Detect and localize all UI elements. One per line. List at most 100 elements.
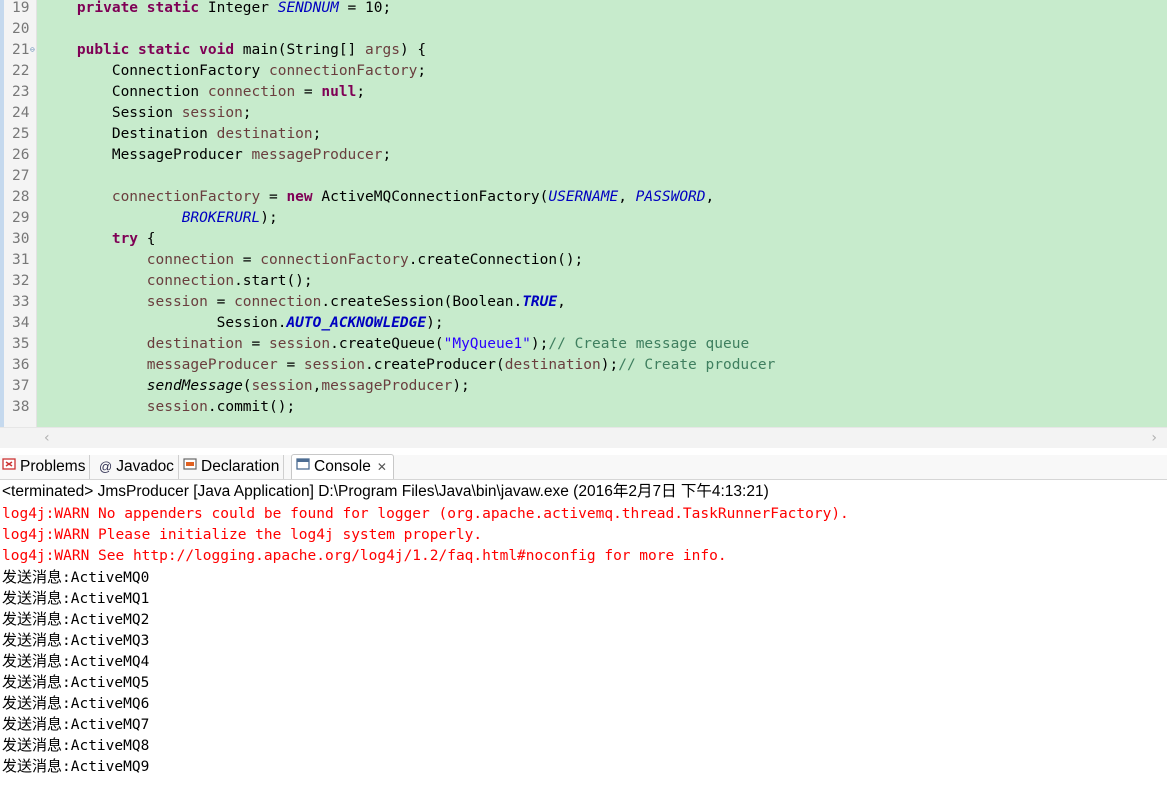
- console-line: 发送消息:ActiveMQ8: [2, 735, 1162, 756]
- close-icon[interactable]: ✕: [377, 460, 387, 474]
- code-token: connection: [207, 84, 296, 100]
- code-token: = 10;: [338, 0, 392, 16]
- code-token: .createQueue(: [330, 336, 444, 352]
- code-token: {: [138, 231, 156, 247]
- console-line: 发送消息:ActiveMQ1: [2, 588, 1162, 609]
- scroll-left-icon[interactable]: ‹: [44, 430, 50, 446]
- line-number: 27: [12, 168, 30, 184]
- code-token: ;: [312, 126, 322, 142]
- code-line[interactable]: try {: [42, 229, 1167, 250]
- code-line[interactable]: BROKERURL);: [42, 208, 1167, 229]
- code-token: .commit();: [207, 399, 296, 415]
- console-line-text: :ActiveMQ1: [62, 591, 150, 607]
- console-line-text: :ActiveMQ0: [62, 570, 150, 586]
- code-token: MessageProducer: [42, 147, 252, 163]
- code-token: AUTO_ACKNOWLEDGE: [286, 315, 427, 331]
- line-number: 26: [12, 147, 30, 163]
- code-line[interactable]: MessageProducer messageProducer;: [42, 145, 1167, 166]
- code-line[interactable]: connection.start();: [42, 271, 1167, 292]
- console-line: log4j:WARN See http://logging.apache.org…: [2, 546, 1162, 567]
- tab-javadoc[interactable]: @ Javadoc: [95, 455, 179, 479]
- console-line-prefix: 发送消息: [2, 757, 63, 775]
- javadoc-icon: @: [99, 459, 113, 474]
- code-token: connection: [146, 273, 235, 289]
- console-output[interactable]: log4j:WARN No appenders could be found f…: [2, 504, 1162, 777]
- code-token: messageProducer: [251, 147, 383, 163]
- code-token: args: [365, 42, 400, 58]
- problems-icon: [2, 455, 16, 479]
- console-line-prefix: 发送消息: [2, 715, 63, 733]
- console-line-text: :ActiveMQ9: [62, 759, 150, 775]
- declaration-icon: [183, 455, 197, 479]
- code-line[interactable]: ConnectionFactory connectionFactory;: [42, 61, 1167, 82]
- code-token: connectionFactory: [260, 252, 409, 268]
- code-line[interactable]: Destination destination;: [42, 124, 1167, 145]
- code-line[interactable]: session = connection.createSession(Boole…: [42, 292, 1167, 313]
- code-token: connection: [234, 294, 322, 310]
- code-line[interactable]: Session.AUTO_ACKNOWLEDGE);: [42, 313, 1167, 334]
- code-line[interactable]: connectionFactory = new ActiveMQConnecti…: [42, 187, 1167, 208]
- code-token: ;: [242, 105, 252, 121]
- tab-problems-label: Problems: [20, 458, 86, 475]
- code-token: Session: [42, 105, 182, 121]
- tab-console[interactable]: Console ✕: [291, 454, 394, 479]
- line-number: 22: [12, 63, 30, 79]
- code-token: BROKERURL: [181, 210, 261, 226]
- code-token: messageProducer: [146, 357, 278, 373]
- line-number: 35: [12, 336, 30, 352]
- code-token: new: [286, 189, 313, 205]
- code-token: ;: [356, 84, 366, 100]
- code-line[interactable]: [42, 19, 1167, 40]
- code-token: connectionFactory: [111, 189, 261, 205]
- editor-horizontal-scrollbar[interactable]: ‹ ›: [0, 427, 1167, 448]
- code-token: Destination: [42, 126, 217, 142]
- code-token: destination: [216, 126, 313, 142]
- code-line[interactable]: Session session;: [42, 103, 1167, 124]
- tab-problems[interactable]: Problems: [0, 455, 91, 479]
- code-line[interactable]: [42, 166, 1167, 187]
- line-number: 32: [12, 273, 30, 289]
- code-token: ;: [417, 63, 427, 79]
- code-line[interactable]: destination = session.createQueue("MyQue…: [42, 334, 1167, 355]
- code-line[interactable]: sendMessage(session,messageProducer);: [42, 376, 1167, 397]
- scroll-right-icon[interactable]: ›: [1151, 430, 1157, 446]
- code-token: Connection: [42, 84, 208, 100]
- code-token: connection: [146, 252, 235, 268]
- code-line[interactable]: Connection connection = null;: [42, 82, 1167, 103]
- code-token: try: [111, 231, 139, 247]
- line-number: 29: [12, 210, 30, 226]
- line-number: 20: [12, 21, 30, 37]
- fold-toggle-icon[interactable]: ⊖: [30, 46, 35, 54]
- code-line[interactable]: connection = connectionFactory.createCon…: [42, 250, 1167, 271]
- code-editor[interactable]: 19 20 21 ⊖ 22 23 24 25 26 27 28 29 30 31 32 33 34 35 36 37 3…: [0, 0, 1167, 427]
- code-line[interactable]: session.commit();: [42, 397, 1167, 418]
- code-line[interactable]: public static void main(String[] args) {: [42, 40, 1167, 61]
- code-token: Session.: [42, 315, 287, 331]
- console-line: log4j:WARN Please initialize the log4j s…: [2, 525, 1162, 546]
- console-line-text: :ActiveMQ7: [62, 717, 150, 733]
- code-token: PASSWORD: [635, 189, 706, 205]
- tab-declaration[interactable]: Declaration: [179, 455, 285, 479]
- code-token: );: [600, 357, 619, 373]
- console-line: 发送消息:ActiveMQ4: [2, 651, 1162, 672]
- tab-console-label: Console: [314, 458, 371, 475]
- code-token: );: [260, 210, 278, 226]
- code-token: .createSession(Boolean.: [321, 294, 523, 310]
- console-line-text: log4j:WARN No appenders could be found f…: [2, 506, 849, 522]
- code-token: session: [251, 378, 313, 394]
- line-number: 34: [12, 315, 30, 331]
- code-line[interactable]: private static Integer SENDNUM = 10;: [42, 0, 1167, 19]
- console-line-text: :ActiveMQ2: [62, 612, 150, 628]
- code-line[interactable]: messageProducer = session.createProducer…: [42, 355, 1167, 376]
- console-line: 发送消息:ActiveMQ2: [2, 609, 1162, 630]
- code-token: .createProducer(: [365, 357, 505, 373]
- line-number: 24: [12, 105, 30, 121]
- console-line-prefix: 发送消息: [2, 694, 63, 712]
- code-token: SENDNUM: [277, 0, 339, 16]
